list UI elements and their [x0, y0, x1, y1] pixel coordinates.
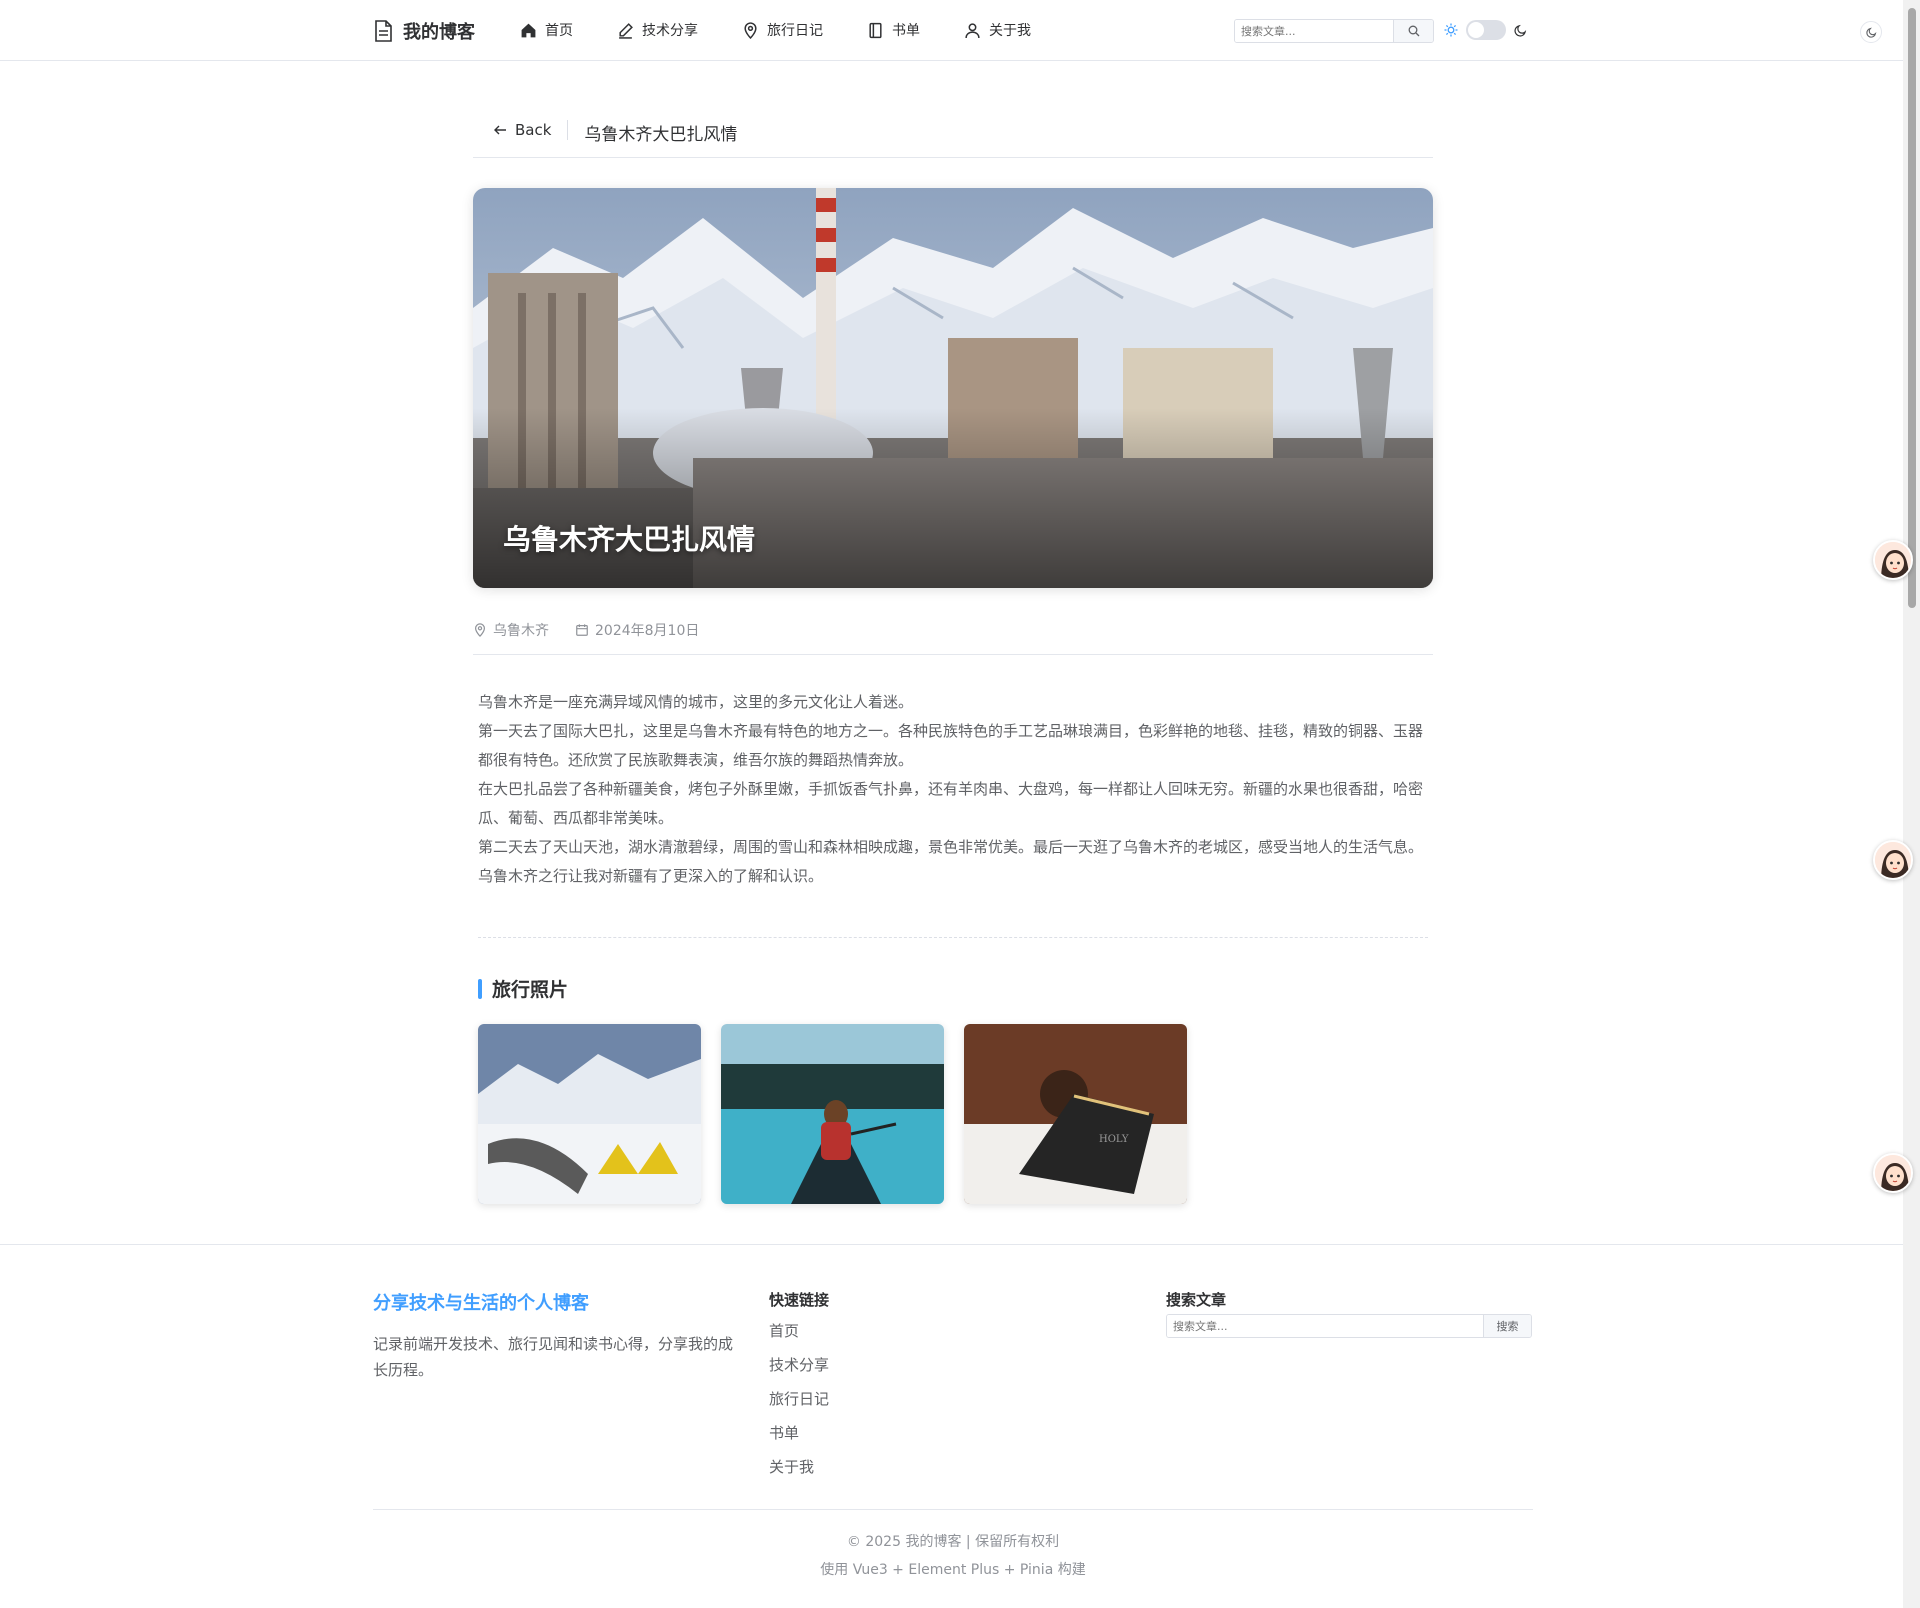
moon-icon — [1865, 27, 1876, 38]
header-search-input[interactable] — [1235, 20, 1393, 42]
footer-link-about[interactable]: 关于我 — [769, 1450, 829, 1484]
page-footer: 分享技术与生活的个人博客 记录前端开发技术、旅行见闻和读书心得，分享我的成长历程… — [0, 1244, 1903, 1608]
document-icon — [375, 20, 392, 42]
nav-item-about[interactable]: 关于我 — [964, 20, 1031, 40]
footer-link-travel[interactable]: 旅行日记 — [769, 1382, 829, 1416]
footer-bottom: © 2025 我的博客 | 保留所有权利 使用 Vue3 + Element P… — [373, 1509, 1533, 1584]
location-icon — [475, 623, 485, 637]
meta-location: 乌鲁木齐 — [473, 620, 549, 640]
footer-search-input[interactable] — [1167, 1315, 1483, 1337]
footer-search: 搜索文章 搜索 — [1166, 1289, 1532, 1338]
article-paragraph: 第一天去了国际大巴扎，这里是乌鲁木齐最有特色的地方之一。各种民族特色的手工艺品琳… — [478, 722, 1424, 769]
svg-text:HOLY: HOLY — [1099, 1134, 1129, 1145]
back-button[interactable]: Back — [493, 120, 569, 140]
calendar-icon — [576, 624, 588, 636]
site-logo[interactable]: 我的博客 — [373, 18, 475, 44]
nav-label: 技术分享 — [642, 23, 698, 39]
article-paragraph: 第二天去了天山天池，湖水清澈碧绿，周围的雪山和森林相映成趣，景色非常优美。最后一… — [478, 838, 1424, 885]
footer-about-text: 记录前端开发技术、旅行见闻和读书心得，分享我的成长历程。 — [373, 1335, 734, 1379]
nav-label: 首页 — [545, 23, 573, 39]
footer-search-title: 搜索文章 — [1166, 1291, 1227, 1309]
scrollbar-thumb[interactable] — [1908, 8, 1916, 608]
content-divider — [478, 937, 1428, 938]
footer-search-button[interactable]: 搜索 — [1483, 1315, 1531, 1337]
edit-pen-icon — [619, 22, 633, 39]
floating-avatar[interactable] — [1873, 840, 1913, 880]
photo-gallery: HOLY — [478, 1024, 1187, 1204]
photos-section-title: 旅行照片 — [478, 975, 568, 1002]
home-icon — [521, 23, 536, 37]
book-icon — [869, 22, 882, 38]
site-title: 我的博客 — [403, 22, 475, 43]
header-search-button[interactable] — [1393, 20, 1433, 42]
page-header: Back 乌鲁木齐大巴扎风情 — [473, 110, 1433, 158]
hero-image: 乌鲁木齐大巴扎风情 — [473, 188, 1433, 588]
dark-mode-button[interactable] — [1860, 21, 1882, 43]
footer-link-tech[interactable]: 技术分享 — [769, 1348, 829, 1382]
photo-thumbnail[interactable]: HOLY — [964, 1024, 1187, 1204]
footer-about-title: 分享技术与生活的个人博客 — [373, 1293, 589, 1314]
photo-thumbnail[interactable] — [478, 1024, 701, 1204]
arrow-left-icon — [494, 125, 506, 135]
main-nav: 首页 技术分享 旅行日记 书单 关于我 — [520, 0, 1075, 60]
footer-search-box: 搜索 — [1166, 1314, 1532, 1338]
location-icon — [744, 21, 757, 39]
back-label: Back — [515, 121, 552, 139]
search-icon — [1408, 25, 1419, 37]
floating-avatar[interactable] — [1873, 540, 1913, 580]
footer-about: 分享技术与生活的个人博客 记录前端开发技术、旅行见闻和读书心得，分享我的成长历程… — [373, 1289, 733, 1383]
floating-avatar[interactable] — [1873, 1153, 1913, 1193]
footer-links-title: 快速链接 — [769, 1291, 830, 1309]
article-meta: 乌鲁木齐 2024年8月10日 — [473, 610, 1433, 655]
top-navbar: 我的博客 首页 技术分享 旅行日记 书单 关于我 — [0, 0, 1920, 61]
photo-thumbnail[interactable] — [721, 1024, 944, 1204]
sun-icon — [1444, 23, 1458, 37]
footer-link-books[interactable]: 书单 — [769, 1416, 829, 1450]
moon-icon — [1514, 24, 1527, 37]
theme-toggle[interactable] — [1466, 20, 1506, 40]
user-icon — [965, 22, 980, 38]
built-with-text: 使用 Vue3 + Element Plus + Pinia 构建 — [820, 1562, 1086, 1578]
copyright-text: © 2025 我的博客 | 保留所有权利 — [846, 1534, 1060, 1550]
nav-label: 书单 — [892, 23, 920, 39]
hero-title: 乌鲁木齐大巴扎风情 — [503, 523, 756, 556]
nav-item-books[interactable]: 书单 — [867, 20, 920, 40]
article-paragraph: 在大巴扎品尝了各种新疆美食，烤包子外酥里嫩，手抓饭香气扑鼻，还有羊肉串、大盘鸡，… — [478, 780, 1424, 827]
header-search — [1234, 19, 1434, 43]
nav-item-tech[interactable]: 技术分享 — [617, 20, 698, 40]
article-paragraph: 乌鲁木齐是一座充满异域风情的城市，这里的多元文化让人着迷。 — [478, 693, 914, 711]
date-text: 2024年8月10日 — [595, 623, 700, 639]
footer-quick-links: 快速链接 首页 技术分享 旅行日记 书单 关于我 — [769, 1289, 829, 1484]
location-text: 乌鲁木齐 — [493, 623, 549, 639]
theme-switch — [1444, 20, 1527, 40]
article-content: 乌鲁木齐是一座充满异域风情的城市，这里的多元文化让人着迷。 第一天去了国际大巴扎… — [478, 688, 1428, 891]
nav-item-travel[interactable]: 旅行日记 — [742, 20, 823, 40]
photos-title-text: 旅行照片 — [492, 979, 569, 1001]
footer-link-home[interactable]: 首页 — [769, 1314, 829, 1348]
page-title: 乌鲁木齐大巴扎风情 — [584, 125, 738, 145]
nav-label: 旅行日记 — [767, 23, 823, 39]
section-accent-bar — [478, 978, 482, 999]
nav-label: 关于我 — [989, 23, 1031, 39]
nav-item-home[interactable]: 首页 — [520, 20, 573, 40]
meta-date: 2024年8月10日 — [575, 620, 699, 640]
